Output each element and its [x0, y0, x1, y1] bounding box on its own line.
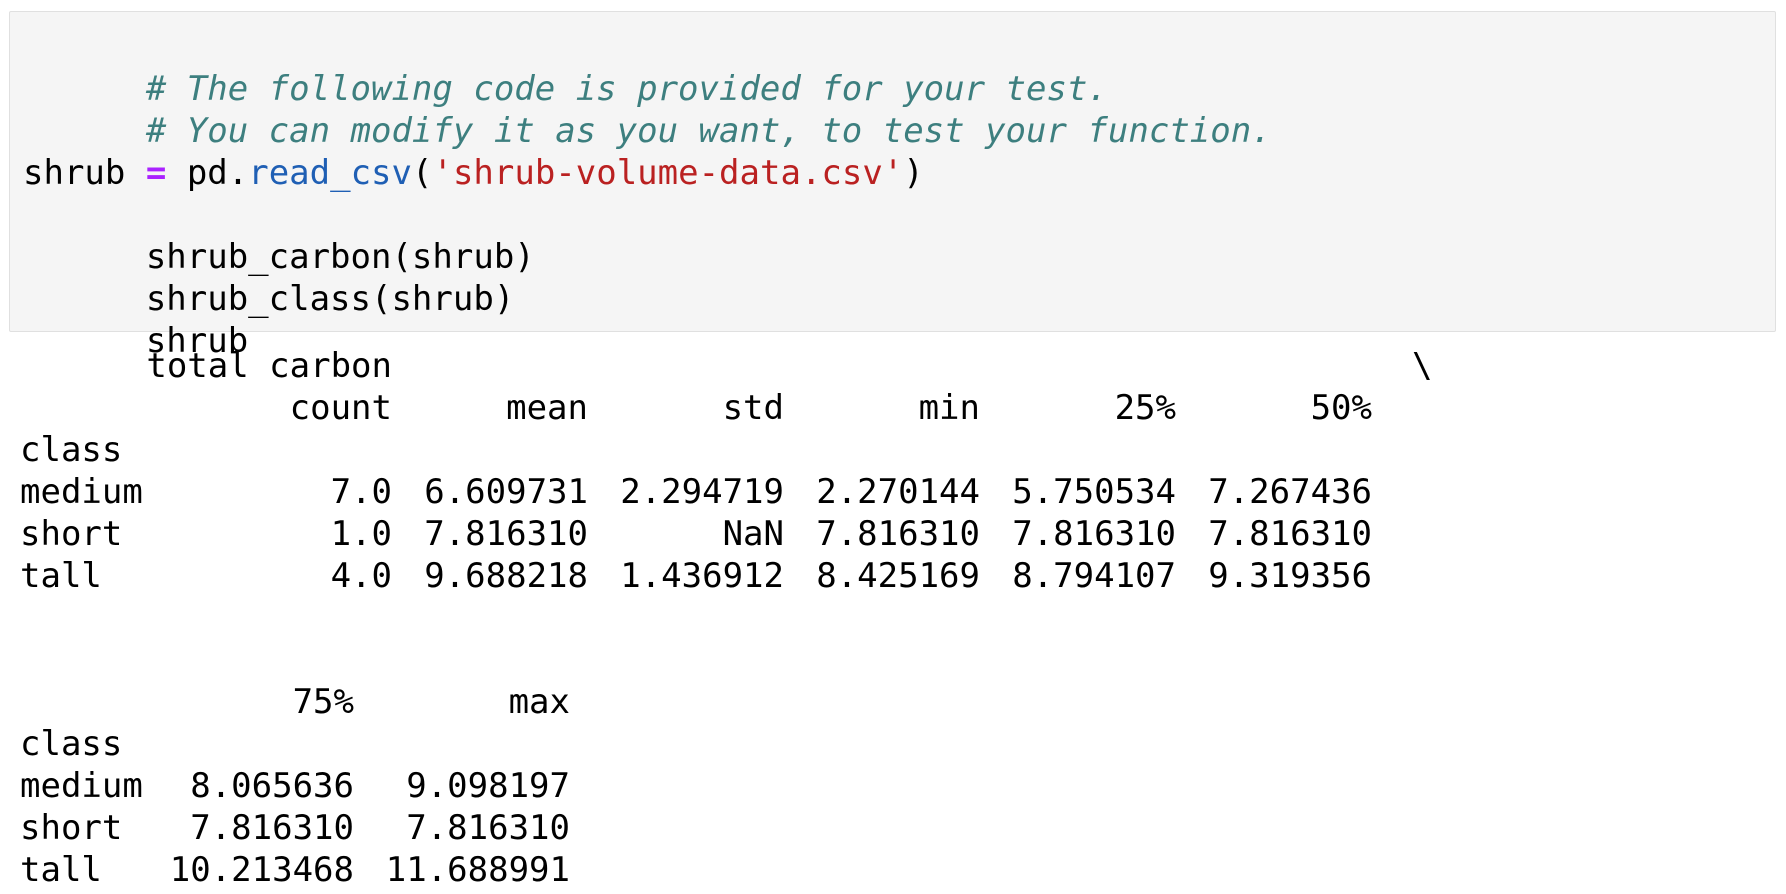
read-csv-function: read_csv [248, 153, 412, 193]
column-header: mean [506, 388, 588, 428]
table-cell: 7.816310 [816, 514, 980, 554]
table-cell: 2.294719 [620, 472, 784, 512]
table-cell: 9.098197 [406, 766, 570, 806]
output-block1-index-name-row: class [20, 429, 143, 471]
table-cell: 7.816310 [1012, 514, 1176, 554]
table-cell: 4.0 [330, 556, 392, 596]
csv-filename-string: 'shrub-volume-data.csv' [432, 153, 904, 193]
table-cell: 5.750534 [1012, 472, 1176, 512]
variable-shrub: shrub [23, 153, 126, 193]
table-cell: 9.319356 [1208, 556, 1372, 596]
output-block1-column-row: count mean std min 25% 50% [20, 387, 1760, 429]
column-header: max [508, 682, 570, 722]
assign-operator: = [145, 153, 167, 193]
table-cell: 7.816310 [406, 808, 570, 848]
table-cell: 8.065636 [190, 766, 354, 806]
column-group-header: total carbon [146, 346, 392, 386]
column-header: count [289, 388, 392, 428]
pandas-ref: pd. [186, 153, 249, 193]
table-cell: 8.425169 [816, 556, 980, 596]
output-block2-index-name-row: class [20, 723, 143, 765]
table-cell: 7.0 [330, 472, 392, 512]
table-cell: 9.688218 [424, 556, 588, 596]
table-cell: 1.0 [330, 514, 392, 554]
table-cell: 2.270144 [816, 472, 980, 512]
table-row: medium 8.065636 9.098197 [20, 765, 1760, 807]
cell-output: total carbon \ count mean std min 25% 50… [20, 345, 1760, 890]
table-row: short 7.816310 7.816310 [20, 807, 1760, 849]
column-header: std [722, 388, 784, 428]
table-row: tall 4.0 9.688218 1.436912 8.425169 8.79… [20, 555, 1760, 597]
code-cell[interactable]: # The following code is provided for you… [9, 11, 1776, 361]
table-cell: 1.436912 [620, 556, 784, 596]
open-paren: ( [412, 153, 433, 193]
comment-text: # You can modify it as you want, to test… [145, 111, 1272, 151]
table-cell: 7.816310 [1208, 514, 1372, 554]
output-block2-column-row: 75% max [20, 681, 1760, 723]
column-header: 75% [292, 682, 354, 722]
column-header: 50% [1310, 388, 1372, 428]
index-name: class [20, 724, 123, 764]
table-row: medium 7.0 6.609731 2.294719 2.270144 5.… [20, 471, 1760, 513]
table-cell: NaN [722, 514, 784, 554]
column-header: min [918, 388, 980, 428]
index-name: class [20, 430, 123, 470]
table-row: tall 10.213468 11.688991 [20, 849, 1760, 891]
table-cell: 11.688991 [385, 850, 570, 890]
table-cell: 6.609731 [424, 472, 588, 512]
table-cell: 7.267436 [1208, 472, 1372, 512]
table-cell: 8.794107 [1012, 556, 1176, 596]
table-cell: 7.816310 [424, 514, 588, 554]
line-continuation-marker: \ [1412, 346, 1433, 386]
column-header: 25% [1114, 388, 1176, 428]
table-row: short 1.0 7.816310 NaN 7.816310 7.816310… [20, 513, 1760, 555]
table-cell: 10.213468 [169, 850, 354, 890]
code-read-csv-line: shrub = pd.read_csv('shrub-volume-data.c… [23, 152, 924, 194]
close-paren: ) [903, 153, 924, 193]
notebook-page: # The following code is provided for you… [0, 0, 1786, 894]
table-cell: 7.816310 [190, 808, 354, 848]
output-header-top-row: total carbon \ [20, 345, 1760, 387]
